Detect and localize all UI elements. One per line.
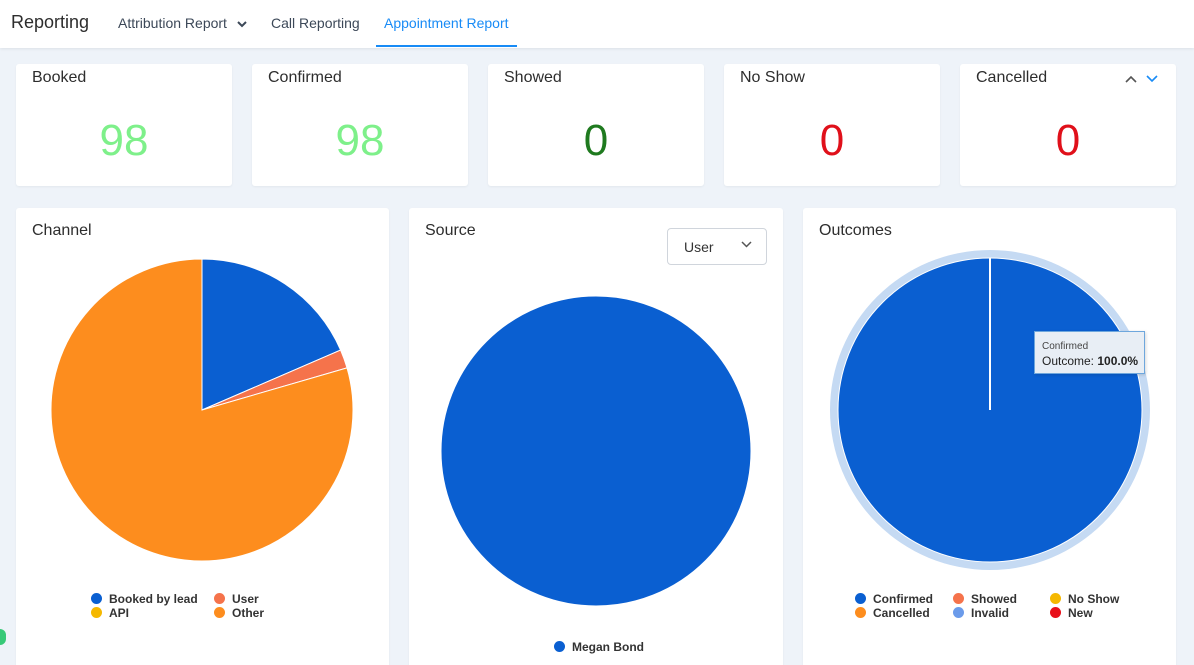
top-nav-bar: Reporting Attribution Report Call Report… <box>0 0 1194 48</box>
legend-label: Booked by lead <box>109 592 198 606</box>
stat-card-cancelled: Cancelled 0 <box>960 64 1176 186</box>
legend-dot <box>214 593 225 604</box>
legend-item: User <box>214 592 259 606</box>
legend-item: Confirmed <box>855 592 933 606</box>
tooltip-title: Confirmed <box>1042 341 1089 352</box>
pie-slice-megan-bond[interactable] <box>440 295 752 607</box>
legend-dot <box>1050 607 1061 618</box>
legend-label: Confirmed <box>873 592 933 606</box>
tab-label: Attribution Report <box>118 15 227 31</box>
legend-label: No Show <box>1068 592 1120 606</box>
tooltip-value: 100.0% <box>1097 354 1139 368</box>
channel-chart-card: Channel Booked by lead User API Other <box>16 208 389 665</box>
page-title: Reporting <box>11 12 90 32</box>
legend-label: Invalid <box>971 606 1010 620</box>
stat-card-confirmed: Confirmed 98 <box>252 64 468 186</box>
legend-label: New <box>1068 606 1093 620</box>
channel-pie-chart <box>50 258 354 562</box>
legend-dot <box>214 607 225 618</box>
legend-label: Megan Bond <box>572 640 644 654</box>
tab-attribution-report[interactable]: Attribution Report <box>118 15 247 31</box>
legend-dot <box>91 607 102 618</box>
legend-dot <box>855 593 866 604</box>
tooltip-label: Outcome: <box>1042 354 1095 368</box>
legend-item: Other <box>214 606 264 620</box>
legend-dot <box>91 593 102 604</box>
legend-item: No Show <box>1050 592 1119 606</box>
legend-item: Showed <box>953 592 1017 606</box>
stat-label: Cancelled <box>976 69 1048 86</box>
legend-item: Invalid <box>953 606 1009 620</box>
tab-appointment-report[interactable]: Appointment Report <box>384 15 509 31</box>
sort-arrows[interactable] <box>1125 73 1158 85</box>
legend-dot <box>554 641 565 652</box>
stat-value: 0 <box>583 116 609 165</box>
stat-value: 98 <box>99 116 149 165</box>
chevron-down-icon <box>237 21 247 28</box>
legend-item: Booked by lead <box>91 592 198 606</box>
legend-label: User <box>232 592 259 606</box>
active-tab-indicator <box>376 45 517 47</box>
legend-item: API <box>91 606 129 620</box>
tooltip-body: Outcome: 100.0% <box>1042 354 1144 368</box>
tab-call-reporting[interactable]: Call Reporting <box>271 15 360 31</box>
legend-dot <box>953 593 964 604</box>
legend-dot <box>1050 593 1061 604</box>
stat-value: 0 <box>1055 116 1081 165</box>
chevron-up-icon[interactable] <box>1125 75 1137 83</box>
stat-card-no-show: No Show 0 <box>724 64 940 186</box>
legend-label: Other <box>232 606 265 620</box>
outcomes-chart-card: Outcomes Confirmed Showed No Show Cancel… <box>803 208 1176 665</box>
source-chart-card: Source User Megan Bond <box>409 208 783 665</box>
chat-widget-badge[interactable] <box>0 629 6 645</box>
stat-value: 98 <box>335 116 385 165</box>
legend-item: Cancelled <box>855 606 930 620</box>
stat-label: Booked <box>32 69 87 86</box>
stat-label: No Show <box>740 69 805 86</box>
stat-value: 0 <box>819 116 845 165</box>
stat-card-booked: Booked 98 <box>16 64 232 186</box>
legend-label: API <box>109 606 130 620</box>
chevron-down-icon[interactable] <box>1146 75 1158 83</box>
legend-item: New <box>1050 606 1093 620</box>
stat-label: Confirmed <box>268 69 342 86</box>
stat-card-showed: Showed 0 <box>488 64 704 186</box>
legend-label: Showed <box>971 592 1018 606</box>
legend-label: Cancelled <box>873 606 930 620</box>
legend-item: Megan Bond <box>554 640 644 654</box>
legend-dot <box>953 607 964 618</box>
chart-tooltip: Confirmed Outcome: 100.0% <box>1034 331 1145 374</box>
stat-label: Showed <box>504 69 562 86</box>
legend-dot <box>855 607 866 618</box>
source-pie-chart <box>440 295 752 607</box>
